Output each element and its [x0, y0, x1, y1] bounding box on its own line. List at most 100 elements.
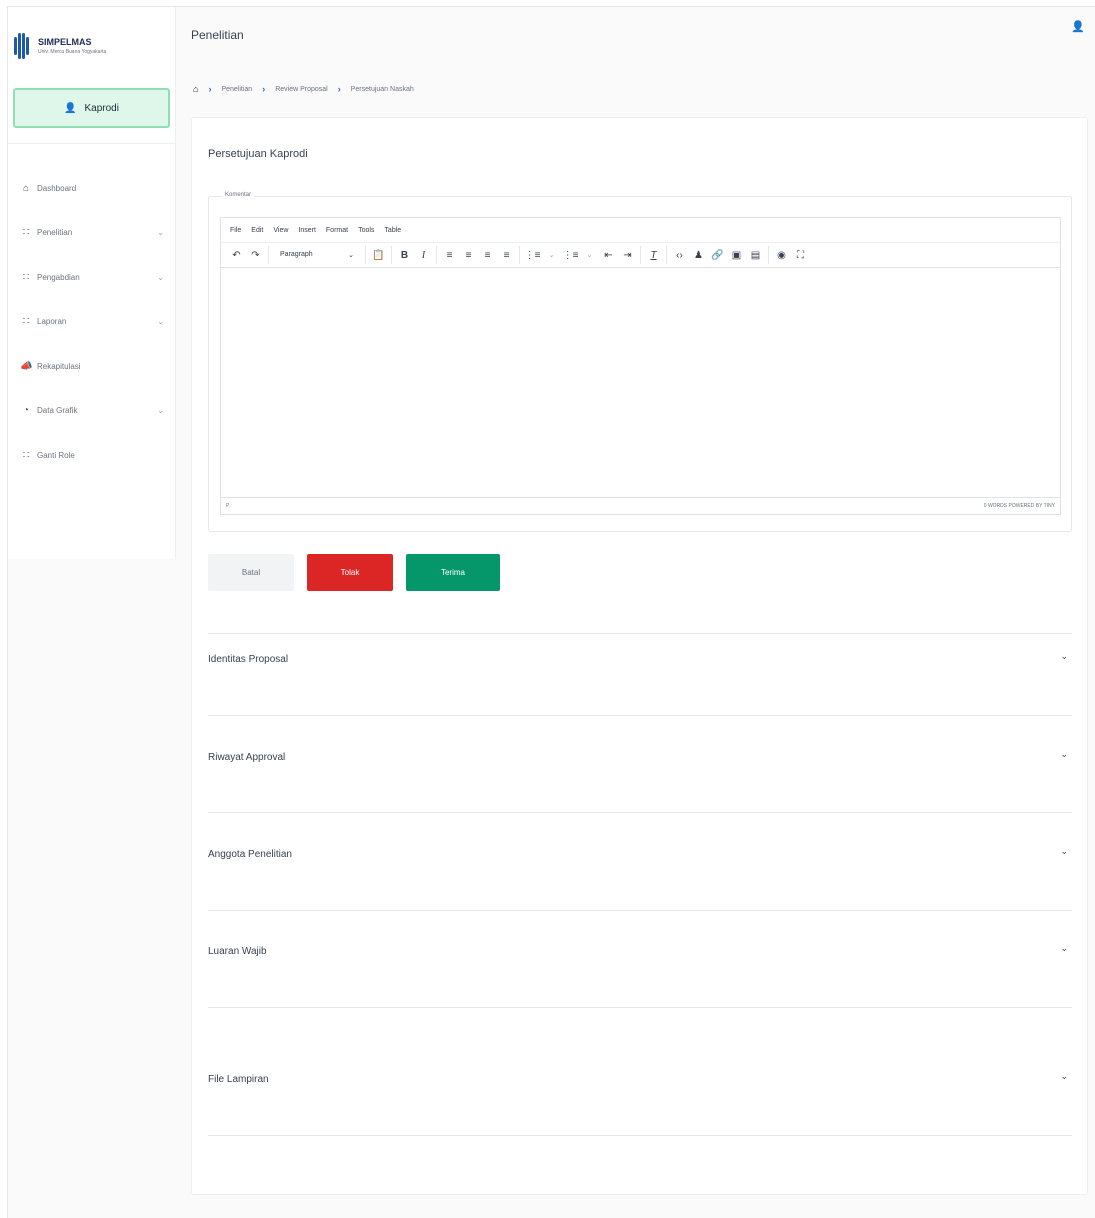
menu-insert[interactable]: Insert	[298, 227, 316, 234]
redo-icon[interactable]: ↷	[246, 250, 265, 261]
toolbar-divider	[640, 246, 641, 264]
chevron-down-icon[interactable]: ⌄	[542, 251, 561, 259]
accordion-bottom-divider	[208, 1135, 1072, 1136]
align-left-icon[interactable]: ≡	[440, 250, 459, 261]
clear-format-icon[interactable]: T	[644, 250, 663, 261]
home-icon: ⌂	[22, 182, 30, 194]
sidebar-item-ganti-role[interactable]: ∷ Ganti Role	[8, 433, 176, 478]
chevron-right-icon: ›	[337, 84, 341, 94]
accept-button[interactable]: Terima	[406, 554, 500, 591]
image-icon[interactable]: ▣	[727, 250, 746, 261]
brand-title: SIMPELMAS	[38, 37, 92, 47]
accordion-luaran-wajib[interactable]: Luaran Wajib ⌄	[208, 910, 1072, 1007]
accordion-file-lampiran[interactable]: File Lampiran ⌄	[208, 1007, 1072, 1135]
block-format-value: Paragraph	[280, 251, 313, 258]
fullscreen-icon[interactable]: ⛶	[791, 250, 810, 261]
numbered-list-icon[interactable]: ⋮≡	[561, 250, 580, 261]
sidebar-item-rekapitulasi[interactable]: 📣 Rekapitulasi	[8, 344, 176, 389]
undo-icon[interactable]: ↶	[227, 250, 246, 261]
home-icon[interactable]: ⌂	[193, 84, 198, 94]
comment-fieldset: Komentar File Edit View Insert Format To…	[208, 192, 1072, 532]
menu-format[interactable]: Format	[326, 227, 348, 234]
accordion-title: File Lampiran	[208, 1074, 269, 1085]
toolbar-divider	[268, 246, 269, 264]
editor-content-area[interactable]	[221, 268, 1060, 497]
page-title: Penelitian	[191, 28, 244, 42]
chevron-down-icon[interactable]: ⌄	[580, 251, 599, 259]
toolbar-divider	[365, 246, 366, 264]
user-icon[interactable]: 👤	[1071, 20, 1085, 33]
preview-eye-icon[interactable]: ◉	[772, 250, 791, 261]
sidebar-item-dashboard[interactable]: ⌂ Dashboard	[8, 166, 176, 211]
reject-button[interactable]: Tolak	[307, 554, 393, 591]
sidebar-divider	[8, 143, 176, 144]
menu-tools[interactable]: Tools	[358, 227, 374, 234]
bold-icon[interactable]: B	[395, 250, 414, 261]
paste-icon[interactable]: 📋	[369, 250, 388, 261]
chevron-down-icon[interactable]: ⌄	[1060, 943, 1068, 954]
chevron-right-icon: ›	[262, 84, 266, 94]
chevron-down-icon[interactable]: ⌄	[1060, 651, 1068, 662]
accordion-sections: Identitas Proposal ⌄ Riwayat Approval ⌄ …	[208, 633, 1072, 1135]
toolbar-divider	[519, 246, 520, 264]
toolbar-divider	[768, 246, 769, 264]
approval-card: Persetujuan Kaprodi Komentar File Edit V…	[191, 117, 1088, 1195]
block-format-select[interactable]: Paragraph ⌄	[272, 251, 362, 259]
italic-icon[interactable]: I	[414, 250, 433, 261]
outdent-icon[interactable]: ⇤	[599, 250, 618, 261]
chevron-down-icon[interactable]: ⌄	[1060, 846, 1068, 857]
sidebar-item-data-grafik[interactable]: ◔ Data Grafik ⌄	[8, 389, 176, 434]
card-title: Persetujuan Kaprodi	[208, 148, 308, 160]
align-right-icon[interactable]: ≡	[478, 250, 497, 261]
cancel-button[interactable]: Batal	[208, 554, 294, 591]
megaphone-icon: 📣	[20, 360, 33, 372]
sidebar-item-label: Ganti Role	[37, 450, 75, 460]
word-count-powered-by: 0 WORDS POWERED BY TINY	[983, 503, 1055, 509]
chevron-down-icon[interactable]: ⌄	[1060, 1071, 1068, 1082]
sidebar-item-label: Data Grafik	[37, 406, 78, 416]
user-icon: 👤	[64, 102, 77, 114]
sidebar: SIMPELMAS Univ. Mercu Buana Yogyakarta 👤…	[8, 7, 176, 559]
breadcrumb-item[interactable]: Review Proposal	[275, 86, 328, 93]
sidebar-item-laporan[interactable]: ∷ Laporan ⌄	[8, 300, 176, 345]
sidebar-item-label: Laporan	[37, 317, 67, 327]
indent-icon[interactable]: ⇥	[618, 250, 637, 261]
align-justify-icon[interactable]: ≡	[497, 250, 516, 261]
accordion-title: Riwayat Approval	[208, 752, 286, 763]
link-icon[interactable]: 🔗	[708, 250, 727, 261]
accordion-anggota-penelitian[interactable]: Anggota Penelitian ⌄	[208, 812, 1072, 910]
breadcrumb: ⌂ › Penelitian › Review Proposal › Perse…	[193, 84, 414, 94]
editor-statusbar: P 0 WORDS POWERED BY TINY	[221, 497, 1060, 514]
accordion-identitas-proposal[interactable]: Identitas Proposal ⌄	[208, 633, 1072, 715]
code-icon[interactable]: ‹›	[670, 250, 689, 261]
sidebar-item-label: Rekapitulasi	[37, 361, 81, 371]
bullet-list-icon[interactable]: ⋮≡	[523, 250, 542, 261]
toolbar-divider	[436, 246, 437, 264]
chevron-down-icon: ⌄	[157, 272, 164, 282]
editor-toolbar: ↶ ↷ Paragraph ⌄ 📋 B I ≡ ≡ ≡ ≡ ⋮≡ ⌄ ⋮≡ ⌄ …	[221, 243, 1060, 268]
align-center-icon[interactable]: ≡	[459, 250, 478, 261]
stamp-icon[interactable]: ♟	[689, 250, 708, 261]
brand[interactable]: SIMPELMAS Univ. Mercu Buana Yogyakarta	[14, 33, 106, 59]
rich-text-editor: File Edit View Insert Format Tools Table…	[220, 217, 1061, 515]
grid-icon: ∷	[22, 271, 30, 283]
menu-edit[interactable]: Edit	[251, 227, 263, 234]
role-button[interactable]: 👤 Kaprodi	[13, 88, 170, 128]
chevron-right-icon: ›	[208, 84, 212, 94]
role-label: Kaprodi	[84, 102, 119, 114]
menu-view[interactable]: View	[273, 227, 288, 234]
page-break-icon[interactable]: ▤	[746, 250, 765, 261]
accordion-riwayat-approval[interactable]: Riwayat Approval ⌄	[208, 715, 1072, 812]
sidebar-item-label: Pengabdian	[37, 272, 80, 282]
brand-subtitle: Univ. Mercu Buana Yogyakarta	[38, 49, 107, 55]
sidebar-item-penelitian[interactable]: ∷ Penelitian ⌄	[8, 211, 176, 256]
chevron-down-icon[interactable]: ⌄	[1060, 749, 1068, 760]
element-path[interactable]: P	[226, 503, 229, 509]
grid-icon: ∷	[22, 316, 30, 328]
menu-file[interactable]: File	[230, 227, 241, 234]
breadcrumb-item[interactable]: Penelitian	[221, 86, 252, 93]
sidebar-nav: ⌂ Dashboard ∷ Penelitian ⌄ ∷ Pengabdian …	[8, 166, 176, 478]
sidebar-item-pengabdian[interactable]: ∷ Pengabdian ⌄	[8, 255, 176, 300]
accordion-title: Luaran Wajib	[208, 946, 267, 957]
menu-table[interactable]: Table	[384, 227, 401, 234]
